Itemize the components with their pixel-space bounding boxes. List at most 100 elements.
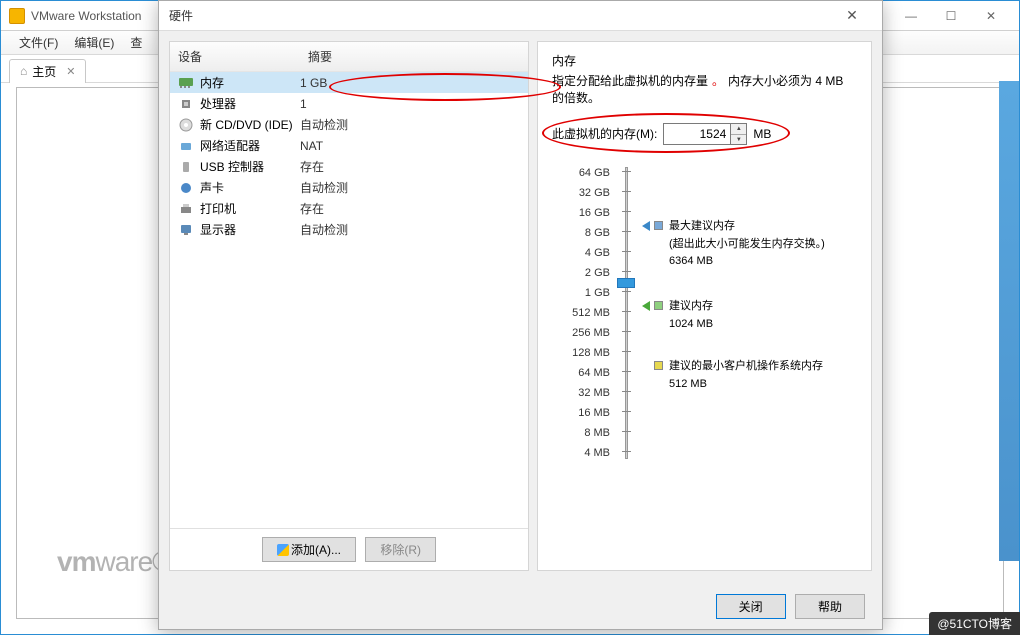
triangle-green-icon bbox=[642, 301, 650, 311]
slider-label: 32 GB bbox=[552, 183, 610, 203]
background-fragment bbox=[999, 81, 1019, 561]
slider-tick bbox=[622, 211, 631, 212]
remove-hardware-button[interactable]: 移除(R) bbox=[365, 537, 436, 562]
dialog-footer: 关闭 帮助 bbox=[713, 594, 868, 619]
memory-spinner[interactable]: ▲▼ bbox=[731, 123, 747, 145]
memory-slider[interactable] bbox=[616, 163, 636, 463]
memory-input-label: 此虚拟机的内存(M): bbox=[552, 125, 657, 142]
slider-label: 256 MB bbox=[552, 323, 610, 343]
dialog-title: 硬件 bbox=[169, 7, 193, 24]
memory-icon bbox=[178, 76, 194, 90]
vmware-logo: vmware® bbox=[57, 546, 172, 578]
slider-tick bbox=[622, 451, 631, 452]
hardware-row-cd[interactable]: 新 CD/DVD (IDE)自动检测 bbox=[170, 114, 528, 135]
app-title: VMware Workstation bbox=[31, 9, 141, 23]
cpu-icon bbox=[178, 97, 194, 111]
dialog-close-action-button[interactable]: 关闭 bbox=[716, 594, 786, 619]
hardware-list: 设备 摘要 内存1 GB处理器1新 CD/DVD (IDE)自动检测网络适配器N… bbox=[170, 42, 528, 528]
slider-label: 16 MB bbox=[552, 403, 610, 423]
square-yellow-icon bbox=[654, 361, 663, 370]
header-device: 设备 bbox=[178, 48, 308, 65]
slider-label: 8 GB bbox=[552, 223, 610, 243]
square-blue-icon bbox=[654, 221, 663, 230]
hardware-row-printer[interactable]: 打印机存在 bbox=[170, 198, 528, 219]
slider-label: 4 MB bbox=[552, 443, 610, 463]
slider-tick bbox=[622, 311, 631, 312]
memory-description: 指定分配给此虚拟机的内存量。内存大小必须为 4 MB 的倍数。 bbox=[552, 73, 857, 107]
dialog-titlebar[interactable]: 硬件 ✕ bbox=[159, 1, 882, 31]
memory-input[interactable]: 1524 bbox=[663, 123, 731, 145]
slider-tick bbox=[622, 391, 631, 392]
spinner-down-icon[interactable]: ▼ bbox=[731, 135, 746, 145]
marker-recommended: 建议内存 1024 MB bbox=[642, 299, 713, 333]
memory-unit: MB bbox=[753, 127, 771, 141]
marker-max-recommended: 最大建议内存 (超出此大小可能发生内存交换。) 6364 MB bbox=[642, 219, 825, 271]
slider-tick bbox=[622, 431, 631, 432]
hardware-dialog: 硬件 ✕ 设备 摘要 内存1 GB处理器1新 CD/DVD (IDE)自动检测网… bbox=[158, 0, 883, 630]
hardware-row-net[interactable]: 网络适配器NAT bbox=[170, 135, 528, 156]
slider-label: 2 GB bbox=[552, 263, 610, 283]
memory-settings-panel: 内存 指定分配给此虚拟机的内存量。内存大小必须为 4 MB 的倍数。 此虚拟机的… bbox=[537, 41, 872, 571]
tab-close-icon[interactable]: ✕ bbox=[66, 65, 75, 78]
slider-label: 512 MB bbox=[552, 303, 610, 323]
app-icon bbox=[9, 8, 25, 24]
shield-icon bbox=[277, 544, 289, 556]
slider-tick bbox=[622, 371, 631, 372]
printer-icon bbox=[178, 202, 194, 216]
memory-heading: 内存 bbox=[552, 52, 857, 69]
slider-label: 128 MB bbox=[552, 343, 610, 363]
sound-icon bbox=[178, 181, 194, 195]
menu-edit[interactable]: 编辑(E) bbox=[66, 32, 122, 53]
menu-view[interactable]: 查 bbox=[122, 32, 150, 53]
square-green-icon bbox=[654, 301, 663, 310]
header-summary: 摘要 bbox=[308, 48, 332, 65]
slider-label: 16 GB bbox=[552, 203, 610, 223]
memory-input-row: 此虚拟机的内存(M): 1524 ▲▼ MB bbox=[552, 123, 857, 145]
tab-home-label: 主页 bbox=[32, 63, 56, 80]
home-icon: ⌂ bbox=[20, 64, 27, 78]
hardware-row-usb[interactable]: USB 控制器存在 bbox=[170, 156, 528, 177]
hardware-buttons-row: 添加(A)... 移除(R) bbox=[170, 528, 528, 570]
menu-file[interactable]: 文件(F) bbox=[11, 32, 66, 53]
spinner-up-icon[interactable]: ▲ bbox=[731, 124, 746, 135]
tab-home[interactable]: ⌂ 主页 ✕ bbox=[9, 59, 86, 83]
slider-label: 1 GB bbox=[552, 283, 610, 303]
triangle-blue-icon bbox=[642, 221, 650, 231]
display-icon bbox=[178, 223, 194, 237]
slider-tick bbox=[622, 251, 631, 252]
add-hardware-button[interactable]: 添加(A)... bbox=[262, 537, 356, 562]
hardware-list-panel: 设备 摘要 内存1 GB处理器1新 CD/DVD (IDE)自动检测网络适配器N… bbox=[169, 41, 529, 571]
hardware-list-header: 设备 摘要 bbox=[170, 42, 528, 72]
slider-tick bbox=[622, 351, 631, 352]
slider-label: 8 MB bbox=[552, 423, 610, 443]
usb-icon bbox=[178, 160, 194, 174]
slider-tick bbox=[622, 191, 631, 192]
slider-tick bbox=[622, 271, 631, 272]
slider-label: 4 GB bbox=[552, 243, 610, 263]
net-icon bbox=[178, 139, 194, 153]
maximize-button[interactable]: ☐ bbox=[931, 2, 971, 30]
hardware-row-sound[interactable]: 声卡自动检测 bbox=[170, 177, 528, 198]
slider-label: 64 GB bbox=[552, 163, 610, 183]
close-button[interactable]: ✕ bbox=[971, 2, 1011, 30]
hardware-row-display[interactable]: 显示器自动检测 bbox=[170, 219, 528, 240]
marker-min-guest: 建议的最小客户机操作系统内存 512 MB bbox=[642, 359, 823, 393]
slider-tick bbox=[622, 331, 631, 332]
slider-label: 64 MB bbox=[552, 363, 610, 383]
hardware-row-memory[interactable]: 内存1 GB bbox=[170, 72, 528, 93]
window-controls: — ☐ ✕ bbox=[891, 2, 1011, 30]
slider-label: 32 MB bbox=[552, 383, 610, 403]
slider-tick bbox=[622, 171, 631, 172]
hardware-row-cpu[interactable]: 处理器1 bbox=[170, 93, 528, 114]
minimize-button[interactable]: — bbox=[891, 2, 931, 30]
dialog-body: 设备 摘要 内存1 GB处理器1新 CD/DVD (IDE)自动检测网络适配器N… bbox=[159, 31, 882, 581]
memory-slider-area: 64 GB32 GB16 GB8 GB4 GB2 GB1 GB512 MB256… bbox=[552, 163, 857, 463]
slider-markers: 最大建议内存 (超出此大小可能发生内存交换。) 6364 MB 建议内存 102… bbox=[642, 163, 857, 463]
dialog-close-button[interactable]: ✕ bbox=[832, 7, 872, 24]
slider-tick-labels: 64 GB32 GB16 GB8 GB4 GB2 GB1 GB512 MB256… bbox=[552, 163, 610, 463]
slider-tick bbox=[622, 411, 631, 412]
slider-thumb[interactable] bbox=[617, 278, 635, 288]
slider-tick bbox=[622, 291, 631, 292]
dialog-help-button[interactable]: 帮助 bbox=[795, 594, 865, 619]
spacer bbox=[642, 361, 650, 371]
